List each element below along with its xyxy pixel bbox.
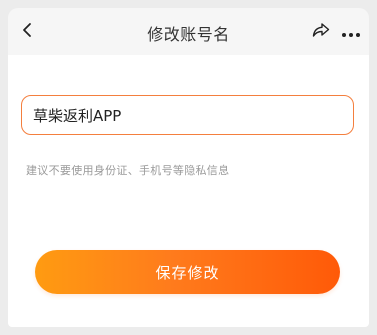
nav-bar: 修改账号名 — [8, 8, 369, 55]
more-dots-icon — [341, 23, 361, 42]
edit-name-panel: 建议不要使用身份证、手机号等隐私信息 保存修改 — [8, 55, 369, 327]
account-name-input[interactable] — [33, 106, 333, 124]
share-icon — [311, 21, 331, 43]
save-button[interactable]: 保存修改 — [35, 250, 340, 294]
share-button[interactable] — [308, 20, 334, 44]
name-field[interactable] — [21, 95, 354, 135]
more-button[interactable] — [338, 20, 364, 44]
privacy-hint: 建议不要使用身份证、手机号等隐私信息 — [26, 164, 230, 177]
